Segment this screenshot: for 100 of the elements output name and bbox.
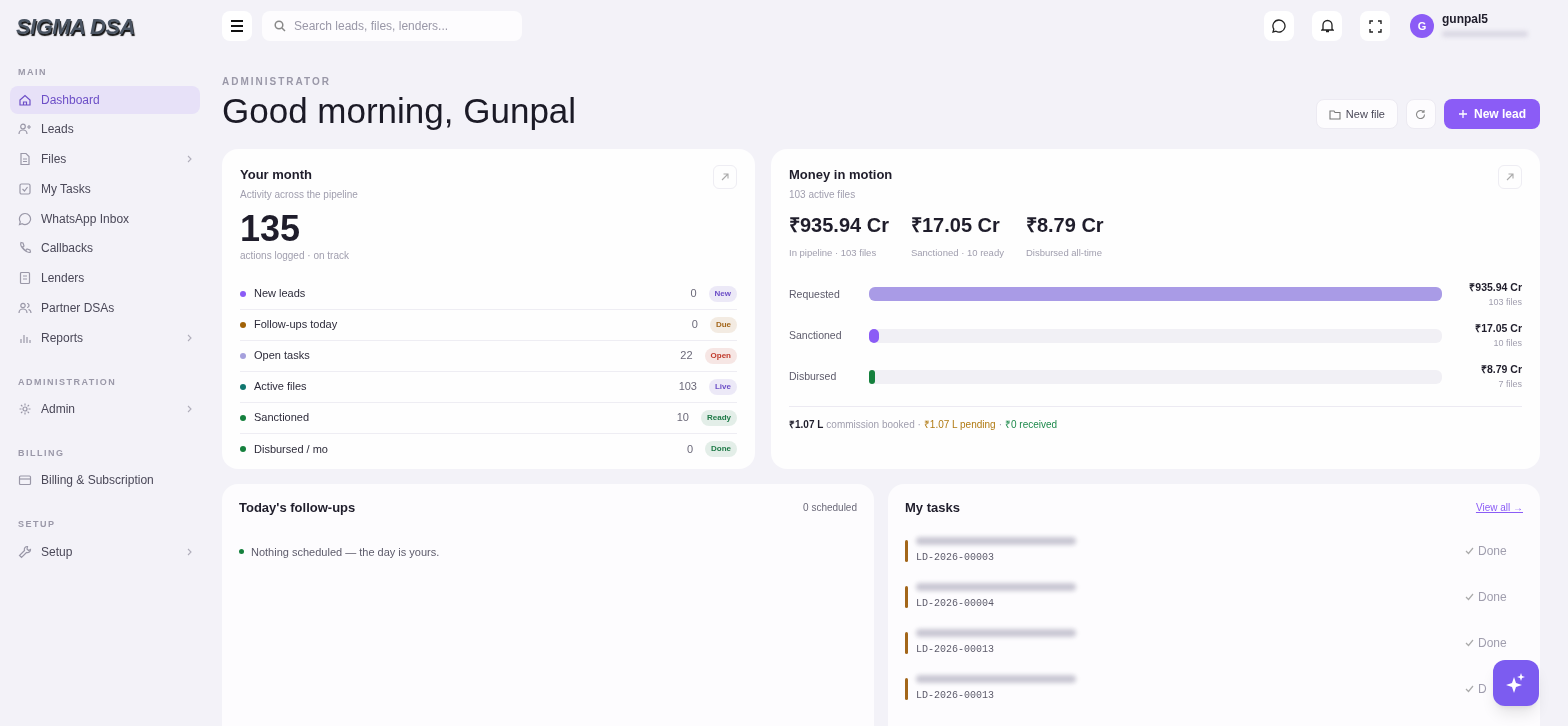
row-label: Open tasks bbox=[254, 348, 311, 364]
row-count: 103 bbox=[678, 379, 697, 395]
bar-files: 103 files bbox=[1488, 295, 1522, 309]
whatsapp-button[interactable] bbox=[1264, 11, 1294, 41]
menu-button[interactable] bbox=[222, 11, 252, 41]
sidebar-item[interactable]: Billing & Subscription bbox=[10, 466, 200, 495]
scheduled-count: 0 scheduled bbox=[803, 501, 857, 516]
bell-icon bbox=[1320, 19, 1334, 33]
bar-amount: ₹8.79 Cr bbox=[1480, 362, 1522, 378]
status-tag: Open bbox=[704, 347, 737, 364]
sidebar-item[interactable]: Admin bbox=[10, 395, 200, 424]
bar-label: Disbursed bbox=[789, 369, 838, 384]
sidebar-item[interactable]: Dashboard bbox=[10, 85, 200, 114]
status-tag: Live bbox=[709, 378, 737, 395]
bar-label: Requested bbox=[789, 286, 841, 302]
section-label: MAIN bbox=[17, 66, 48, 79]
card-icon bbox=[18, 473, 32, 488]
stat-caption: In pipeline · 103 files bbox=[789, 245, 878, 260]
avatar[interactable]: G bbox=[1410, 14, 1434, 38]
menu-icon bbox=[230, 20, 244, 32]
search-icon bbox=[274, 20, 286, 32]
row-count: 0 bbox=[690, 286, 697, 302]
stat-value: ₹8.79 Cr bbox=[1025, 212, 1104, 238]
bar-files: 10 files bbox=[1493, 336, 1522, 350]
section-label: SETUP bbox=[17, 518, 57, 532]
view-all-link[interactable]: View all → bbox=[1475, 500, 1523, 516]
check-icon bbox=[1465, 592, 1474, 601]
sidebar-item[interactable]: Files bbox=[10, 145, 200, 174]
assistant-button[interactable] bbox=[1493, 660, 1539, 706]
notifications-button[interactable] bbox=[1312, 11, 1342, 41]
sidebar-item[interactable]: Setup bbox=[10, 537, 200, 566]
search-field[interactable]: Search leads, files, lenders... bbox=[262, 11, 522, 41]
bar-amount: ₹935.94 Cr bbox=[1469, 279, 1522, 295]
priority-bar bbox=[905, 631, 908, 654]
row-label: Follow-ups today bbox=[254, 317, 339, 333]
stat-value: ₹17.05 Cr bbox=[910, 212, 1001, 238]
row-count: 0 bbox=[691, 317, 698, 333]
check-icon bbox=[1465, 684, 1474, 693]
lead-id: LD-2026-00004 bbox=[916, 596, 995, 611]
chat-icon bbox=[1272, 19, 1286, 33]
status-tag: Ready bbox=[701, 409, 737, 426]
sidebar-item[interactable]: Reports bbox=[10, 323, 200, 352]
row-count: 10 bbox=[676, 410, 689, 426]
fullscreen-icon bbox=[1368, 19, 1382, 33]
folder-icon bbox=[1328, 108, 1341, 120]
sidebar-item[interactable]: WhatsApp Inbox bbox=[10, 204, 200, 233]
status-tag: New bbox=[708, 285, 737, 302]
priority-bar bbox=[905, 585, 908, 608]
stat-caption: Disbursed all-time bbox=[1025, 245, 1103, 260]
priority-bar bbox=[905, 677, 908, 700]
chat-icon bbox=[18, 211, 32, 226]
sidebar-item[interactable]: My Tasks bbox=[10, 174, 200, 203]
priority-bar bbox=[905, 539, 908, 562]
status-tag: Due bbox=[709, 316, 737, 333]
bar-label: Sanctioned bbox=[789, 327, 843, 343]
row-count: 0 bbox=[686, 441, 693, 457]
settings-icon bbox=[18, 402, 32, 417]
wrench-icon bbox=[18, 544, 32, 559]
sidebar-item[interactable]: Partner DSAs bbox=[10, 294, 200, 323]
commission-text: ₹1.07 L bbox=[789, 417, 824, 432]
document-icon bbox=[18, 152, 32, 167]
checkbox-icon bbox=[18, 181, 32, 196]
card-title: Today's follow-ups bbox=[239, 499, 356, 517]
bar-amount: ₹17.05 Cr bbox=[1475, 321, 1522, 336]
phone-icon bbox=[18, 241, 32, 256]
check-icon bbox=[1465, 546, 1474, 555]
commission-text: commission booked · bbox=[826, 417, 921, 432]
total-count: 135 bbox=[240, 209, 302, 248]
card-subtitle: Activity across the pipeline bbox=[240, 187, 358, 202]
role-label: ADMINISTRATOR bbox=[222, 75, 332, 89]
user-plus-icon bbox=[18, 122, 32, 137]
row-label: Active files bbox=[254, 379, 308, 395]
commission-text: ₹0 received bbox=[1005, 417, 1058, 432]
card-title: Your month bbox=[240, 166, 313, 184]
lead-id: LD-2026-00003 bbox=[916, 550, 995, 565]
new-file-button[interactable]: New file bbox=[1315, 99, 1398, 129]
card-title: Money in motion bbox=[789, 166, 893, 184]
stat-value: ₹935.94 Cr bbox=[789, 212, 889, 238]
commission-text: ₹1.07 L pending bbox=[923, 417, 996, 432]
section-label: ADMINISTRATION bbox=[17, 375, 118, 389]
sidebar-item[interactable]: Callbacks bbox=[10, 234, 200, 263]
status-tag: Done bbox=[705, 441, 737, 457]
count-caption: actions logged · on track bbox=[240, 248, 350, 263]
check-icon bbox=[1465, 638, 1474, 647]
row-label: Disbursed / mo bbox=[254, 441, 329, 457]
arrow-icon bbox=[720, 172, 730, 182]
logo: SIGMA DSA bbox=[16, 12, 135, 41]
greeting-heading: Good morning, Gunpal bbox=[222, 90, 577, 132]
book-icon bbox=[18, 271, 32, 286]
fullscreen-button[interactable] bbox=[1360, 11, 1390, 41]
sidebar-item[interactable]: Leads bbox=[10, 115, 200, 144]
card-subtitle: 103 active files bbox=[789, 187, 857, 202]
new-lead-button[interactable]: New lead bbox=[1443, 99, 1540, 129]
sidebar-item[interactable]: Lenders bbox=[10, 264, 200, 293]
lead-id: LD-2026-00013 bbox=[916, 642, 995, 657]
plus-icon bbox=[1457, 109, 1468, 119]
section-label: BILLING bbox=[17, 446, 66, 460]
lead-id: LD-2026-00013 bbox=[916, 688, 995, 703]
user-name: gunpal5 bbox=[1442, 10, 1489, 28]
empty-message: Nothing scheduled — the day is yours. bbox=[251, 544, 440, 560]
